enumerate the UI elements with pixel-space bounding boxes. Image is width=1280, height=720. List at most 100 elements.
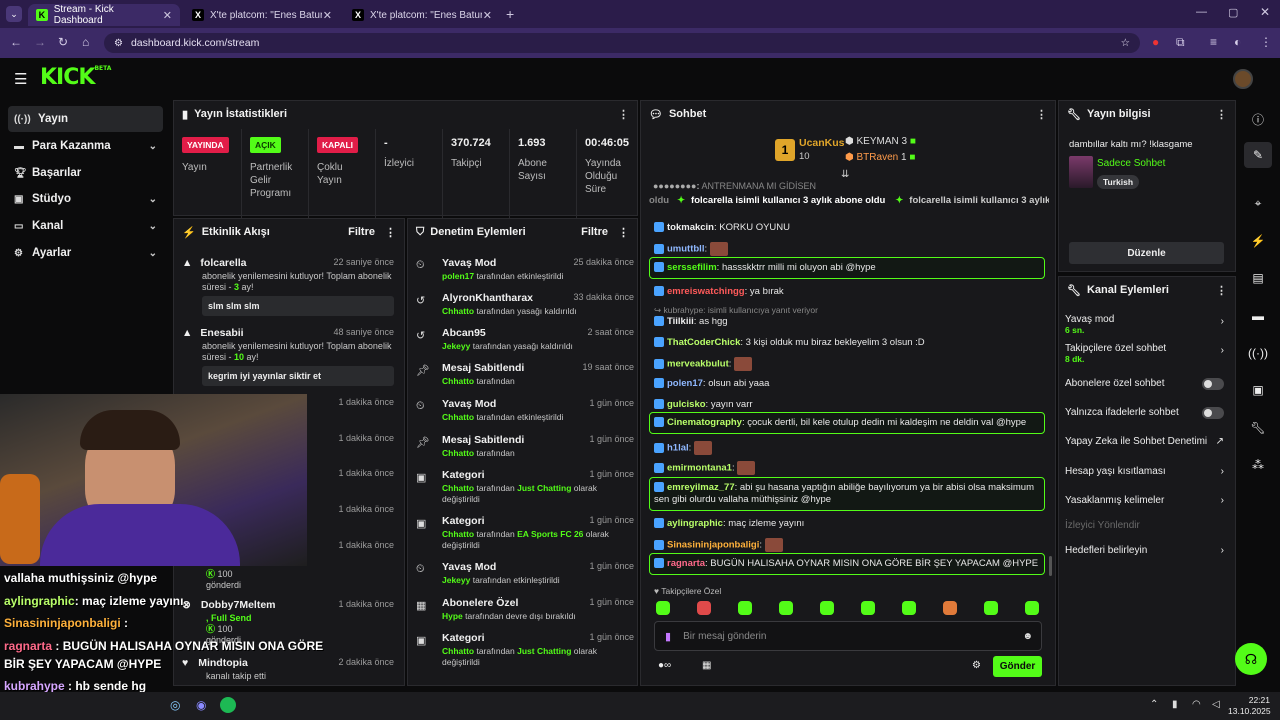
category-link[interactable]: Sadece Sohbet: [1097, 158, 1165, 169]
leaderboard-first-name[interactable]: UcanKus: [799, 137, 845, 149]
chat-icon[interactable]: ▬: [1244, 303, 1272, 329]
extensions-puzzle-icon[interactable]: ⧉: [1176, 35, 1185, 50]
sidebar-item-kanal[interactable]: ▭ Kanal ⌄: [8, 213, 163, 239]
collapse-icon[interactable]: ⇊: [841, 169, 849, 180]
browser-menu-icon[interactable]: ⋮: [1260, 35, 1272, 49]
support-headset-icon[interactable]: ☊: [1235, 643, 1267, 675]
quick-emote-icon[interactable]: [984, 601, 998, 615]
sidebar-item-yayin[interactable]: ((·)) Yayın: [8, 106, 163, 132]
layout-icon[interactable]: ▣: [1244, 377, 1272, 403]
volume-icon[interactable]: ◁: [1212, 699, 1220, 710]
maximize-button[interactable]: ▢: [1228, 6, 1238, 19]
leaderboard-third[interactable]: ⬢ BTRaven 1 ■: [845, 152, 915, 163]
chat-username[interactable]: gulcisko: [667, 399, 706, 410]
quick-emote-icon[interactable]: [656, 601, 670, 615]
chat-username[interactable]: Cinematography: [667, 417, 742, 428]
chat-message[interactable]: aylingraphic: maç izleme yayını: [654, 518, 1046, 530]
chat-message[interactable]: Sinasininjaponbaligi:: [654, 538, 1046, 552]
slow-mode-action[interactable]: Yavaş mod 6 sn. ›: [1065, 314, 1230, 336]
chat-username[interactable]: Tiilkiii: [667, 316, 694, 327]
quick-emote-icon[interactable]: [902, 601, 916, 615]
chat-message[interactable]: merveakbulut:: [654, 357, 1046, 371]
chat-settings-gear-icon[interactable]: ⚙: [972, 660, 981, 671]
chat-message[interactable]: ↪ kubrahype: isimli kullanıcıya yanıt ve…: [654, 304, 1046, 328]
microphone-tray-icon[interactable]: ▮: [1172, 699, 1178, 710]
emotes-only-toggle[interactable]: [1202, 407, 1224, 419]
banned-words-action[interactable]: Yasaklanmış kelimeler ›: [1065, 495, 1230, 506]
reload-icon[interactable]: ↻: [58, 35, 68, 49]
kick-logo[interactable]: KICKBETA: [40, 65, 111, 90]
quick-emote-icon[interactable]: [779, 601, 793, 615]
chat-message[interactable]: ThatCoderChick: 3 kişi olduk mu biraz be…: [654, 337, 1046, 349]
chat-username[interactable]: umuttbll: [667, 244, 704, 255]
close-tab-icon[interactable]: ✕: [163, 9, 172, 22]
new-tab-button[interactable]: +: [506, 6, 514, 22]
extension-icon[interactable]: ●: [1152, 35, 1159, 49]
quick-emote-icon[interactable]: [861, 601, 875, 615]
filter-button[interactable]: Filtre: [348, 226, 375, 238]
kick-points-icon[interactable]: ●∞: [658, 660, 671, 671]
chat-username[interactable]: Sinasininjaponbaligi: [667, 540, 759, 551]
tab-x-post-1[interactable]: X X'te platcom: "Enes Batur; wtch...✕: [184, 4, 340, 26]
send-button[interactable]: Gönder: [993, 656, 1042, 677]
chat-username[interactable]: emirmontana1: [667, 463, 732, 474]
quick-emote-icon[interactable]: [697, 601, 711, 615]
quick-emote-icon[interactable]: [943, 601, 957, 615]
broadcast-icon[interactable]: ((·)): [1244, 340, 1272, 366]
chat-message[interactable]: h1lal:: [654, 441, 1046, 455]
network-icon[interactable]: ◠: [1192, 699, 1201, 710]
chat-input[interactable]: ▮ Bir mesaj gönderin ☻: [654, 621, 1042, 651]
tab-list-button[interactable]: ⌄: [6, 6, 22, 22]
user-avatar[interactable]: [1233, 69, 1253, 89]
bolt-icon[interactable]: ⚡: [1244, 228, 1272, 254]
chat-scrollbar[interactable]: [1049, 556, 1052, 576]
microphone-icon[interactable]: ▮: [665, 630, 671, 643]
points-icon[interactable]: ⁂: [1244, 452, 1272, 478]
edit-button[interactable]: Düzenle: [1069, 242, 1224, 264]
close-tab-icon[interactable]: ✕: [323, 9, 332, 22]
chat-message[interactable]: emreiswatchingg: ya bırak: [654, 286, 1046, 298]
emoji-icon[interactable]: ☻: [1022, 631, 1033, 642]
reading-list-icon[interactable]: ≡: [1210, 35, 1217, 49]
emotes-only-action[interactable]: Yalnızca ifadelerle sohbet: [1065, 407, 1230, 419]
hamburger-menu-icon[interactable]: ☰: [14, 70, 27, 88]
chat-message[interactable]: serssefilim: hassskktrr milli mi oluyon …: [649, 257, 1045, 279]
close-tab-icon[interactable]: ✕: [483, 9, 492, 22]
more-options-icon[interactable]: ⋮: [1036, 108, 1047, 121]
close-window-button[interactable]: ✕: [1260, 5, 1270, 19]
bookmark-star-icon[interactable]: ☆: [1121, 37, 1130, 49]
chat-message[interactable]: tokmakcin: KORKU OYUNU: [654, 222, 1046, 234]
chat-username[interactable]: emreiswatchingg: [667, 286, 745, 297]
wrench-icon[interactable]: 🔧︎: [1244, 415, 1272, 441]
quick-emote-icon[interactable]: [738, 601, 752, 615]
more-options-icon[interactable]: ⋮: [618, 226, 629, 239]
leaderboard-second[interactable]: ⬢ KEYMAN 3 ■: [845, 136, 916, 147]
account-age-action[interactable]: Hesap yaşı kısıtlaması ›: [1065, 466, 1230, 477]
chat-username[interactable]: aylingraphic: [667, 518, 723, 529]
chat-username[interactable]: ragnarta: [667, 558, 705, 569]
forward-icon[interactable]: →: [34, 35, 46, 49]
sidebar-item-studyo[interactable]: ▣ Stüdyo ⌄: [8, 186, 163, 212]
ai-moderation-action[interactable]: Yapay Zeka ile Sohbet Denetimi ↗: [1065, 436, 1230, 447]
chat-message[interactable]: Cinematography: çocuk dertli, bil kele o…: [649, 412, 1045, 434]
clock[interactable]: 22:21 13.10.2025: [1228, 695, 1271, 717]
subscribers-only-toggle[interactable]: [1202, 378, 1224, 390]
chat-message[interactable]: emreyilmaz_77: abi şu hasana yaptığın ab…: [649, 477, 1045, 511]
discord-icon[interactable]: ◉: [196, 698, 206, 712]
filter-button[interactable]: Filtre: [581, 226, 608, 238]
chat-username[interactable]: merveakbulut: [667, 359, 729, 370]
sidebar-item-ayarlar[interactable]: ⚙ Ayarlar ⌄: [8, 240, 163, 266]
chat-username[interactable]: emreyilmaz_77: [667, 482, 735, 493]
minimize-button[interactable]: —: [1196, 6, 1207, 18]
chat-message[interactable]: umuttbll:: [654, 242, 1046, 256]
site-info-icon[interactable]: ⚙: [114, 38, 123, 49]
more-options-icon[interactable]: ⋮: [385, 226, 396, 239]
subscribers-only-action[interactable]: Abonelere özel sohbet: [1065, 378, 1230, 390]
steam-icon[interactable]: ◎: [170, 698, 180, 712]
followers-only-action[interactable]: Takipçilere özel sohbet 8 dk. ›: [1065, 343, 1230, 365]
quick-emote-icon[interactable]: [820, 601, 834, 615]
focus-icon[interactable]: ⌖: [1244, 190, 1272, 216]
chat-message[interactable]: gulcisko: yayın varr: [654, 399, 1046, 411]
sidebar-item-basarilar[interactable]: 🏆︎ Başarılar: [8, 160, 163, 186]
back-icon[interactable]: ←: [10, 35, 22, 49]
